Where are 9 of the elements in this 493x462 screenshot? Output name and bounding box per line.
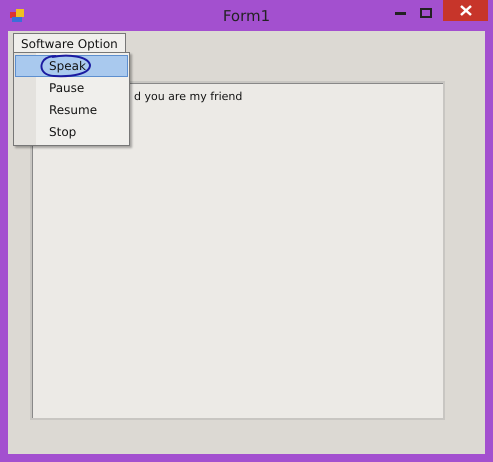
app-icon xyxy=(10,9,24,22)
menu-item[interactable]: Speak xyxy=(15,55,128,77)
close-button[interactable] xyxy=(443,0,488,21)
window-title: Form1 xyxy=(222,6,270,24)
minimize-icon xyxy=(394,12,406,14)
close-icon xyxy=(460,5,472,16)
menu-item[interactable]: Software Option xyxy=(13,33,126,54)
text-content: d you are my friend xyxy=(134,90,242,103)
maximize-icon xyxy=(420,8,432,18)
